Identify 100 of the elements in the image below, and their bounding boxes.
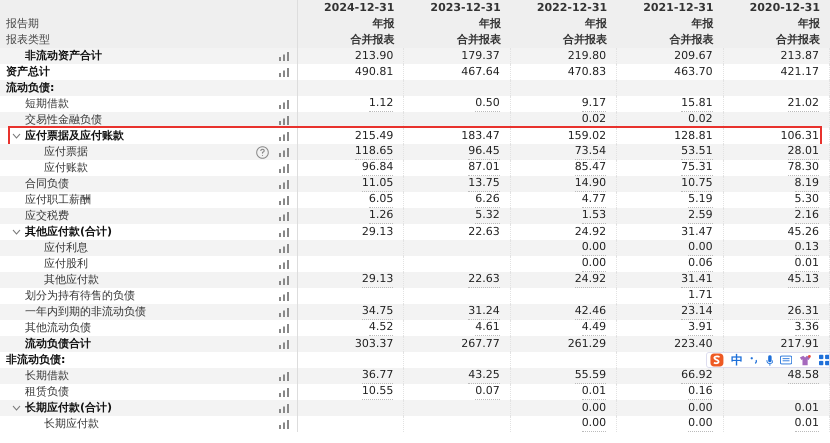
- value-cell[interactable]: 213.87: [780, 48, 819, 64]
- value-cell[interactable]: 106.31: [780, 128, 819, 144]
- value-cell[interactable]: 8.19: [794, 176, 819, 192]
- bar-chart-icon[interactable]: [279, 340, 289, 348]
- value-cell[interactable]: 0.00: [688, 416, 713, 432]
- value-cell[interactable]: 183.47: [461, 128, 500, 144]
- punctuation-icon[interactable]: [750, 355, 759, 365]
- value-cell[interactable]: 24.92: [574, 272, 606, 288]
- value-cell[interactable]: 43.25: [468, 368, 500, 384]
- value-cell[interactable]: 223.40: [674, 336, 713, 352]
- value-cell[interactable]: 24.92: [574, 224, 606, 240]
- value-cell[interactable]: 0.00: [688, 400, 713, 416]
- row-label: 应付职工薪酬: [25, 192, 91, 208]
- value-cell[interactable]: 55.59: [574, 368, 606, 384]
- value-cell[interactable]: 118.65: [354, 144, 394, 160]
- value-cell[interactable]: 267.77: [461, 336, 500, 352]
- value-cell[interactable]: 217.91: [780, 336, 819, 352]
- value-cell[interactable]: 28.01: [788, 144, 819, 160]
- value-cell[interactable]: 128.81: [674, 128, 713, 144]
- bar-chart-icon[interactable]: [279, 180, 289, 188]
- value-cell[interactable]: 22.63: [468, 272, 500, 288]
- value-cell[interactable]: 0.13: [794, 240, 819, 256]
- value-cell[interactable]: 11.05: [362, 176, 394, 192]
- value-cell[interactable]: 26.31: [788, 304, 819, 320]
- value-cell[interactable]: 303.37: [354, 336, 394, 352]
- value-cell[interactable]: 0.00: [582, 240, 606, 256]
- value-cell[interactable]: 0.02: [688, 112, 713, 128]
- header-label: 报表类型: [6, 32, 51, 48]
- bar-chart-icon[interactable]: [279, 404, 289, 412]
- microphone-icon[interactable]: [766, 354, 774, 366]
- value-cell[interactable]: 209.67: [674, 48, 713, 64]
- value-cell[interactable]: 421.17: [780, 64, 819, 80]
- header-label: 报告期: [6, 16, 40, 32]
- bar-chart-icon[interactable]: [279, 308, 289, 316]
- bar-chart-icon[interactable]: [279, 420, 289, 428]
- value-cell[interactable]: 45.13: [788, 272, 819, 288]
- bar-chart-icon[interactable]: [279, 372, 289, 380]
- bar-chart-icon[interactable]: [279, 164, 289, 172]
- value-cell[interactable]: 0.00: [582, 416, 606, 432]
- value-cell[interactable]: 213.90: [354, 48, 394, 64]
- bar-chart-icon[interactable]: [279, 324, 289, 332]
- value-cell[interactable]: 0.01: [794, 400, 819, 416]
- bar-chart-icon[interactable]: [279, 68, 289, 76]
- value-cell[interactable]: 36.77: [362, 368, 394, 384]
- value-cell[interactable]: 31.41: [681, 272, 713, 288]
- value-cell[interactable]: 470.83: [568, 64, 606, 80]
- value-cell[interactable]: 2.59: [688, 208, 713, 224]
- value-cell[interactable]: 490.81: [354, 64, 394, 80]
- value-cell[interactable]: 0.02: [582, 112, 606, 128]
- value-cell[interactable]: 1.26: [368, 208, 394, 224]
- row-label: 长期借款: [25, 368, 69, 384]
- value-cell[interactable]: 96.45: [468, 144, 500, 160]
- bar-chart-icon[interactable]: [279, 52, 289, 60]
- value-cell[interactable]: 5.32: [475, 208, 500, 224]
- value-cell[interactable]: 0.01: [794, 416, 819, 432]
- value-cell[interactable]: 463.70: [674, 64, 713, 80]
- row-label: 应付股利: [44, 256, 88, 272]
- value-cell[interactable]: 0.00: [688, 240, 713, 256]
- grid-icon[interactable]: [818, 354, 830, 366]
- bar-chart-icon[interactable]: [279, 276, 289, 284]
- value-cell[interactable]: 42.46: [574, 304, 606, 320]
- help-icon[interactable]: [256, 146, 269, 158]
- value-cell[interactable]: 31.47: [681, 224, 713, 240]
- value-cell[interactable]: 45.26: [788, 224, 819, 240]
- bar-chart-icon[interactable]: [279, 260, 289, 268]
- value-cell[interactable]: 22.63: [468, 224, 500, 240]
- value-cell[interactable]: 29.13: [362, 224, 394, 240]
- value-cell[interactable]: 261.29: [568, 336, 606, 352]
- bar-chart-icon[interactable]: [279, 228, 289, 236]
- bar-chart-icon[interactable]: [279, 212, 289, 220]
- input-mode-label[interactable]: 中: [730, 352, 743, 368]
- bar-chart-icon[interactable]: [279, 292, 289, 300]
- value-cell[interactable]: 159.02: [568, 128, 606, 144]
- bar-chart-icon[interactable]: [279, 196, 289, 204]
- value-cell[interactable]: 73.54: [574, 144, 606, 160]
- value-cell[interactable]: 29.13: [362, 272, 394, 288]
- value-cell[interactable]: 1.53: [582, 208, 606, 224]
- value-cell[interactable]: 0.00: [582, 400, 606, 416]
- bar-chart-icon[interactable]: [279, 148, 289, 156]
- value-cell[interactable]: 23.14: [681, 304, 713, 320]
- bar-chart-icon[interactable]: [279, 116, 289, 124]
- bar-chart-icon[interactable]: [279, 388, 289, 396]
- value-cell[interactable]: 14.90: [574, 176, 606, 192]
- row-label: 合同负债: [25, 176, 69, 192]
- shirt-icon[interactable]: [799, 354, 812, 366]
- value-cell[interactable]: 179.37: [461, 48, 500, 64]
- value-cell[interactable]: 2.16: [794, 208, 819, 224]
- value-cell[interactable]: 219.80: [568, 48, 606, 64]
- bar-chart-icon[interactable]: [279, 244, 289, 252]
- value-cell[interactable]: 10.75: [681, 176, 713, 192]
- bar-chart-icon[interactable]: [279, 100, 289, 108]
- column-period: 年报: [585, 16, 608, 32]
- value-cell[interactable]: 13.75: [468, 176, 500, 192]
- value-cell[interactable]: 215.49: [354, 128, 394, 144]
- value-cell[interactable]: 31.24: [468, 304, 500, 320]
- value-cell[interactable]: 53.51: [681, 144, 713, 160]
- bar-chart-icon[interactable]: [279, 132, 289, 140]
- value-cell[interactable]: 467.64: [461, 64, 500, 80]
- value-cell[interactable]: 34.75: [362, 304, 394, 320]
- keyboard-icon[interactable]: [780, 355, 792, 365]
